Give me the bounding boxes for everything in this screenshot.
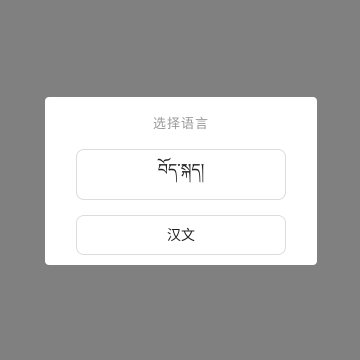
language-option-chinese-button[interactable]: 汉文 (76, 215, 286, 255)
language-select-dialog: 选择语言 བོད་སྐད། 汉文 (45, 97, 317, 265)
language-option-tibetan-button[interactable]: བོད་སྐད། (76, 149, 286, 200)
screen: { "dialog": { "title": "选择语言", "options"… (0, 0, 360, 360)
dialog-title: 选择语言 (152, 117, 209, 132)
